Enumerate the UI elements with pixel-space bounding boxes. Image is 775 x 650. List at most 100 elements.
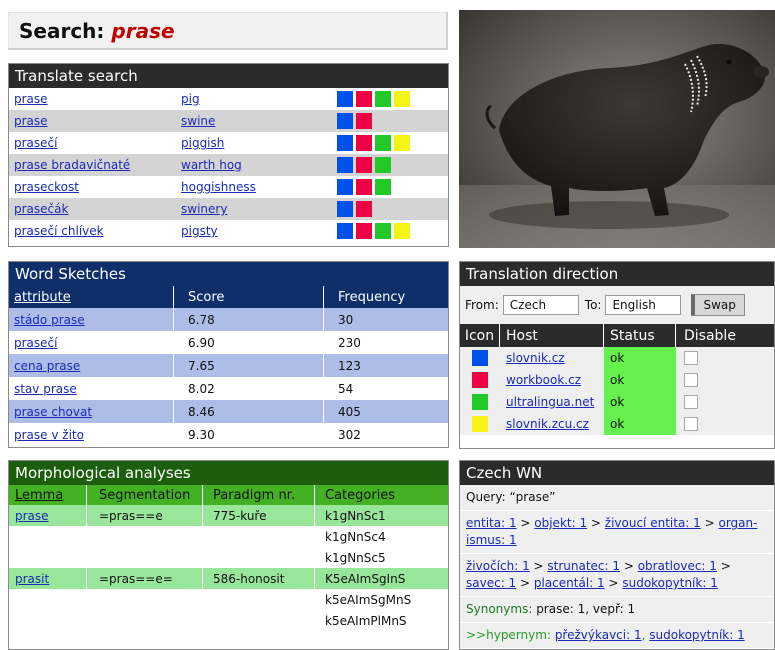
host-column-header: Host [500, 324, 604, 347]
host-color-icon [356, 201, 372, 217]
from-language-field[interactable]: Czech [502, 295, 579, 315]
morph-segmentation: =pras==e= [87, 568, 203, 589]
translate-target-link[interactable]: pigsty [181, 224, 218, 238]
wn-path-link[interactable]: savec: 1 [466, 576, 516, 590]
translate-target-link[interactable]: swine [181, 114, 215, 128]
translate-row: prasečí chlívek pigsty [9, 220, 448, 242]
translation-direction-panel: Translation direction From: Czech To: En… [459, 261, 775, 449]
translate-hosts-cell [327, 179, 391, 195]
swap-button[interactable]: Swap [691, 294, 745, 316]
wn-path-link[interactable]: sudokopytník: 1 [622, 576, 717, 590]
disable-checkbox[interactable] [684, 395, 698, 409]
translate-target-link[interactable]: pig [181, 92, 200, 106]
morph-row: k1gNnSc5 [9, 547, 448, 568]
translate-source-link[interactable]: prasečák [14, 202, 68, 216]
translate-target-link[interactable]: piggish [181, 136, 224, 150]
morphological-analyses-title: Morphological analyses [9, 461, 448, 485]
translate-source-link[interactable]: prase [14, 92, 48, 106]
sketch-score: 6.90 [173, 331, 323, 354]
disable-checkbox[interactable] [684, 373, 698, 387]
host-color-icon [472, 394, 488, 410]
host-link[interactable]: slovnik.cz [506, 351, 565, 365]
word-sketches-title: Word Sketches [9, 262, 448, 286]
translate-search-panel: Translate search prase pig prase swine prase… [8, 63, 449, 247]
translate-source-link[interactable]: prasečí [14, 136, 57, 150]
host-name-cell: slovnik.zcu.cz [500, 413, 604, 435]
wn-path-link[interactable]: živočích: 1 [466, 559, 530, 573]
host-icon-cell [460, 391, 500, 413]
morph-segmentation [87, 547, 203, 568]
translate-hosts-cell [327, 135, 410, 151]
morph-lemma-cell: prasit [9, 568, 87, 589]
translate-row: prasečí piggish [9, 132, 448, 154]
host-color-icon [356, 113, 372, 129]
sketch-attribute-cell: stádo prase [9, 313, 173, 327]
sketch-score: 8.46 [173, 400, 323, 423]
wn-path-link[interactable]: objekt: 1 [534, 516, 587, 530]
translate-target-link[interactable]: swinery [181, 202, 227, 216]
host-link[interactable]: slovnik.zcu.cz [506, 417, 589, 431]
disable-checkbox[interactable] [684, 417, 698, 431]
translate-source-link[interactable]: praseckost [14, 180, 79, 194]
translate-source-cell: prasečí [9, 136, 167, 150]
path-separator: > [604, 576, 623, 590]
host-color-icon [375, 157, 391, 173]
wn-query: Query: “prase” [460, 485, 774, 511]
host-link[interactable]: workbook.cz [506, 373, 581, 387]
morph-paradigm: 775-kuře [203, 505, 315, 526]
translate-hosts-cell [327, 91, 410, 107]
wn-path-link[interactable]: placentál: 1 [534, 576, 605, 590]
pig-photo-svg [459, 10, 775, 248]
host-row: ultralingua.net ok [460, 391, 774, 413]
wn-path-link[interactable]: strunatec: 1 [547, 559, 620, 573]
sketch-attribute-link[interactable]: prase chovat [14, 405, 92, 419]
morph-lemma-link[interactable]: prase [15, 509, 49, 523]
wn-synonyms-value: prase: 1, vepř: 1 [536, 602, 636, 616]
sketch-attribute-link[interactable]: stádo prase [14, 313, 85, 327]
host-color-icon [472, 350, 488, 366]
morph-lemma-link[interactable]: prasit [15, 572, 49, 586]
sketch-attribute-link[interactable]: prase v žito [14, 428, 84, 442]
translate-source-link[interactable]: prase bradavičnaté [14, 158, 130, 172]
word-sketch-row: stav prase 8.02 54 [9, 377, 448, 400]
host-color-icon [356, 223, 372, 239]
sketch-attribute-link[interactable]: prasečí [14, 336, 57, 350]
translate-hosts-cell [327, 223, 410, 239]
translate-target-cell: swine [167, 114, 327, 128]
wn-path-link[interactable]: živoucí entita: 1 [605, 516, 701, 530]
lemma-column-header[interactable]: Lemma [9, 485, 87, 505]
host-status: ok [604, 369, 676, 391]
wn-synonyms: Synonyms: prase: 1, vepř: 1 [460, 597, 774, 623]
host-color-icon [337, 113, 353, 129]
translate-target-link[interactable]: hoggishness [181, 180, 256, 194]
wn-path-link[interactable]: obratlovec: 1 [638, 559, 717, 573]
translate-source-link[interactable]: prasečí chlívek [14, 224, 104, 238]
sketch-score: 6.78 [173, 308, 323, 331]
disable-checkbox[interactable] [684, 351, 698, 365]
wn-path-link[interactable]: entita: 1 [466, 516, 517, 530]
path-separator: > [620, 559, 638, 573]
morph-category: k5eAImSgMnS [325, 592, 412, 607]
morph-row: prasit =pras==e= 586-honosit K5eAImSgInS [9, 568, 448, 589]
host-icon-cell [460, 369, 500, 391]
pig-photo [459, 10, 775, 248]
morph-category: k1gNnSc1 [325, 508, 386, 523]
sketch-attribute-link[interactable]: stav prase [14, 382, 77, 396]
sketch-attribute-link[interactable]: cena prase [14, 359, 80, 373]
host-color-icon [337, 135, 353, 151]
host-color-icon [375, 223, 391, 239]
sketch-attribute-cell: prase v žito [9, 428, 173, 442]
host-link[interactable]: ultralingua.net [506, 395, 594, 409]
translate-source-cell: prase [9, 92, 167, 106]
morph-paradigm [203, 547, 315, 568]
wn-hypernym-link[interactable]: sudokopytník: 1 [649, 628, 744, 642]
wn-hypernym-link[interactable]: přežvýkavci: 1 [555, 628, 642, 642]
translate-target-cell: pigsty [167, 224, 327, 238]
translate-source-link[interactable]: prase [14, 114, 48, 128]
to-language-field[interactable]: English [605, 295, 682, 315]
attribute-column-header[interactable]: attribute [9, 290, 173, 305]
word-sketch-row: prase chovat 8.46 405 [9, 400, 448, 423]
translate-target-link[interactable]: warth hog [181, 158, 242, 172]
translate-hosts-cell [327, 113, 372, 129]
translate-rows: prase pig prase swine prasečí piggish prase br… [9, 88, 448, 242]
